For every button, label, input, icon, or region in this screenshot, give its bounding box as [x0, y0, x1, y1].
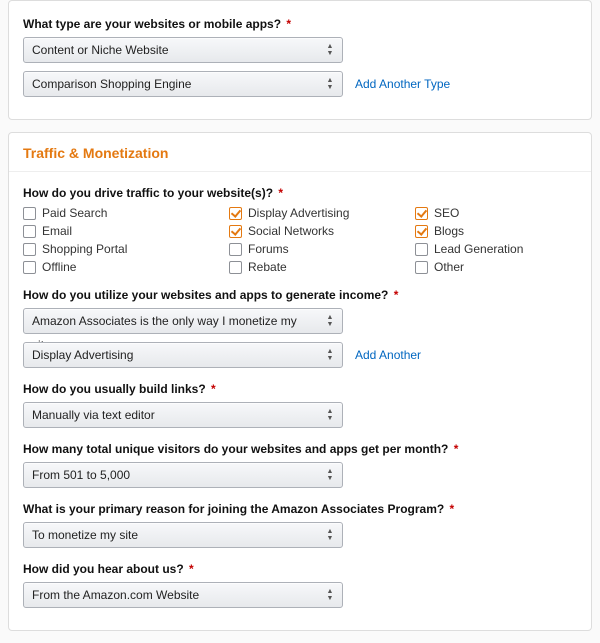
checkbox[interactable]: [415, 225, 428, 238]
checkbox-label: Lead Generation: [434, 242, 523, 256]
updown-icon: ▲▼: [324, 463, 336, 487]
required-asterisk: *: [211, 382, 216, 396]
label-unique-visitors: How many total unique visitors do your w…: [23, 442, 577, 456]
link-add-another-type[interactable]: Add Another Type: [355, 77, 450, 91]
row-type-2: Comparison Shopping Engine ▲▼ Add Anothe…: [23, 71, 577, 97]
updown-icon: ▲▼: [324, 403, 336, 427]
label-text: How do you usually build links?: [23, 382, 206, 396]
checkbox-label: SEO: [434, 206, 459, 220]
checkbox-label: Offline: [42, 260, 76, 274]
select-income-2[interactable]: Display Advertising ▲▼: [23, 342, 343, 368]
checkbox-label: Rebate: [248, 260, 287, 274]
checkbox-label: Display Advertising: [248, 206, 349, 220]
checkbox-label: Shopping Portal: [42, 242, 127, 256]
link-add-another-income[interactable]: Add Another: [355, 348, 421, 362]
label-primary-reason: What is your primary reason for joining …: [23, 502, 577, 516]
select-primary-reason[interactable]: To monetize my site ▲▼: [23, 522, 343, 548]
checkbox[interactable]: [229, 243, 242, 256]
row-type-1: Content or Niche Website ▲▼: [23, 37, 577, 63]
section-title: Traffic & Monetization: [9, 133, 591, 172]
select-website-type-1[interactable]: Content or Niche Website ▲▼: [23, 37, 343, 63]
label-text: How many total unique visitors do your w…: [23, 442, 448, 456]
select-value: Manually via text editor: [32, 408, 155, 422]
label-build-links: How do you usually build links? *: [23, 382, 577, 396]
checkbox-item: SEO: [415, 206, 575, 220]
label-website-type: What type are your websites or mobile ap…: [23, 17, 577, 31]
label-text: How did you hear about us?: [23, 562, 184, 576]
checkbox[interactable]: [23, 225, 36, 238]
row-primary-reason: To monetize my site ▲▼: [23, 522, 577, 548]
select-value: From 501 to 5,000: [32, 468, 130, 482]
row-build-links: Manually via text editor ▲▼: [23, 402, 577, 428]
row-unique-visitors: From 501 to 5,000 ▲▼: [23, 462, 577, 488]
checkbox[interactable]: [415, 261, 428, 274]
select-build-links[interactable]: Manually via text editor ▲▼: [23, 402, 343, 428]
label-text: What is your primary reason for joining …: [23, 502, 444, 516]
checkbox[interactable]: [415, 207, 428, 220]
checkbox-item: Blogs: [415, 224, 575, 238]
checkbox-label: Forums: [248, 242, 289, 256]
checkbox-label: Paid Search: [42, 206, 107, 220]
label-text: How do you utilize your websites and app…: [23, 288, 388, 302]
checkbox-grid: Paid Search Display Advertising SEO Email So…: [23, 206, 577, 274]
select-value: Content or Niche Website: [32, 43, 169, 57]
select-income-1[interactable]: Amazon Associates is the only way I mone…: [23, 308, 343, 334]
checkbox-item: Other: [415, 260, 575, 274]
label-text: What type are your websites or mobile ap…: [23, 17, 281, 31]
select-value: Display Advertising: [32, 348, 133, 362]
row-income-1: Amazon Associates is the only way I mone…: [23, 308, 577, 334]
select-unique-visitors[interactable]: From 501 to 5,000 ▲▼: [23, 462, 343, 488]
checkbox-item: Forums: [229, 242, 409, 256]
checkbox-item: Offline: [23, 260, 223, 274]
checkbox[interactable]: [415, 243, 428, 256]
required-asterisk: *: [454, 442, 459, 456]
required-asterisk: *: [450, 502, 455, 516]
row-hear-about: From the Amazon.com Website ▲▼: [23, 582, 577, 608]
checkbox-label: Blogs: [434, 224, 464, 238]
checkbox-item: Lead Generation: [415, 242, 575, 256]
select-value: To monetize my site: [32, 528, 138, 542]
checkbox-label: Email: [42, 224, 72, 238]
checkbox-item: Shopping Portal: [23, 242, 223, 256]
select-value: From the Amazon.com Website: [32, 588, 199, 602]
checkbox-item: Paid Search: [23, 206, 223, 220]
checkbox[interactable]: [229, 261, 242, 274]
select-hear-about[interactable]: From the Amazon.com Website ▲▼: [23, 582, 343, 608]
updown-icon: ▲▼: [324, 523, 336, 547]
label-hear-about: How did you hear about us? *: [23, 562, 577, 576]
updown-icon: ▲▼: [324, 583, 336, 607]
checkbox[interactable]: [23, 243, 36, 256]
checkbox-item: Rebate: [229, 260, 409, 274]
label-generate-income: How do you utilize your websites and app…: [23, 288, 577, 302]
panel-traffic-monetization: Traffic & Monetization How do you drive …: [8, 132, 592, 631]
panel-website-type: What type are your websites or mobile ap…: [8, 0, 592, 120]
required-asterisk: *: [189, 562, 194, 576]
checkbox[interactable]: [229, 225, 242, 238]
updown-icon: ▲▼: [324, 72, 336, 96]
updown-icon: ▲▼: [324, 309, 336, 333]
label-text: How do you drive traffic to your website…: [23, 186, 273, 200]
checkbox-item: Display Advertising: [229, 206, 409, 220]
required-asterisk: *: [286, 17, 291, 31]
select-value: Comparison Shopping Engine: [32, 77, 191, 91]
checkbox-item: Email: [23, 224, 223, 238]
checkbox[interactable]: [23, 207, 36, 220]
checkbox-label: Other: [434, 260, 464, 274]
checkbox[interactable]: [229, 207, 242, 220]
updown-icon: ▲▼: [324, 38, 336, 62]
select-website-type-2[interactable]: Comparison Shopping Engine ▲▼: [23, 71, 343, 97]
checkbox[interactable]: [23, 261, 36, 274]
updown-icon: ▲▼: [324, 343, 336, 367]
checkbox-item: Social Networks: [229, 224, 409, 238]
required-asterisk: *: [394, 288, 399, 302]
row-income-2: Display Advertising ▲▼ Add Another: [23, 342, 577, 368]
label-drive-traffic: How do you drive traffic to your website…: [23, 186, 577, 200]
required-asterisk: *: [278, 186, 283, 200]
checkbox-label: Social Networks: [248, 224, 334, 238]
